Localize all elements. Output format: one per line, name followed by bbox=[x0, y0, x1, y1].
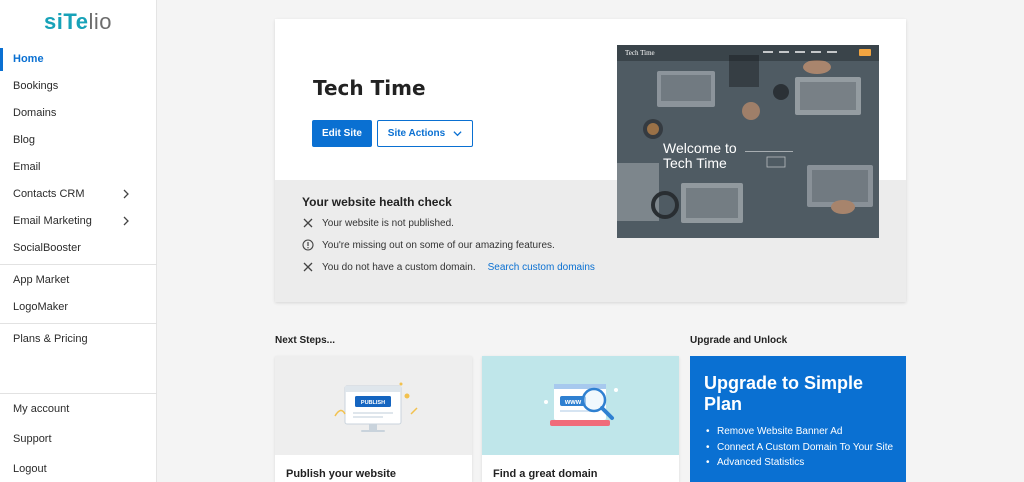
sidebar-item-label: Email Marketing bbox=[13, 215, 92, 227]
sidebar-item-logomaker[interactable]: LogoMaker bbox=[0, 294, 157, 321]
sidebar-item-email-marketing[interactable]: Email Marketing bbox=[0, 208, 157, 235]
find-domain-card[interactable]: www Find a great domain bbox=[482, 356, 679, 482]
health-item-text: You do not have a custom domain. bbox=[322, 261, 476, 273]
site-overview-card: Tech Time Edit Site Site Actions Your we… bbox=[275, 19, 906, 302]
sidebar-item-label: Contacts CRM bbox=[13, 188, 85, 200]
desk-photo-illustration bbox=[617, 45, 879, 238]
sidebar-nav: Home Bookings Domains Blog Email Contact… bbox=[0, 46, 157, 353]
preview-welcome-line2: Tech Time bbox=[663, 155, 727, 171]
sidebar-item-home[interactable]: Home bbox=[0, 46, 157, 73]
sitelio-logo[interactable]: siTe lio bbox=[0, 0, 156, 44]
website-preview-thumbnail[interactable]: Tech Time Welcome to Tech Time bbox=[617, 45, 879, 238]
health-item-text: Your website is not published. bbox=[322, 217, 454, 229]
health-item-missing-features: You're missing out on some of our amazin… bbox=[302, 239, 555, 251]
x-icon bbox=[303, 218, 313, 228]
site-actions-button[interactable]: Site Actions bbox=[377, 120, 473, 147]
health-item-text: You're missing out on some of our amazin… bbox=[322, 239, 555, 251]
sidebar-item-contacts-crm[interactable]: Contacts CRM bbox=[0, 181, 157, 208]
upgrade-feature-list: Remove Website Banner Ad Connect A Custo… bbox=[704, 424, 899, 471]
sidebar-bottom-nav: My account Support Logout bbox=[0, 393, 157, 482]
chevron-right-icon bbox=[123, 216, 129, 226]
x-icon bbox=[303, 262, 313, 272]
sidebar-item-blog[interactable]: Blog bbox=[0, 127, 157, 154]
search-custom-domains-link[interactable]: Search custom domains bbox=[488, 262, 595, 273]
domain-illustration: www bbox=[482, 356, 679, 455]
upgrade-feature: Remove Website Banner Ad bbox=[704, 424, 899, 440]
domain-search-icon: www bbox=[544, 384, 618, 426]
health-item-no-domain: You do not have a custom domain. Search … bbox=[302, 261, 595, 273]
sidebar-item-logout[interactable]: Logout bbox=[0, 454, 157, 482]
preview-cta-button bbox=[859, 49, 871, 56]
sidebar-item-support[interactable]: Support bbox=[0, 424, 157, 454]
publish-illustration: PUBLISH bbox=[275, 356, 472, 455]
step-card-title: Publish your website bbox=[286, 468, 397, 480]
domain-sign-label: www bbox=[564, 399, 582, 406]
sidebar-item-socialbooster[interactable]: SocialBooster bbox=[0, 235, 157, 262]
logo-part-2: lio bbox=[88, 9, 112, 34]
sidebar-item-app-market[interactable]: App Market bbox=[0, 267, 157, 294]
edit-site-button[interactable]: Edit Site bbox=[312, 120, 372, 147]
sidebar-item-domains[interactable]: Domains bbox=[0, 100, 157, 127]
alert-circle-icon bbox=[302, 239, 314, 251]
site-title: Tech Time bbox=[313, 76, 426, 100]
sidebar: siTe lio Home Bookings Domains Blog Email… bbox=[0, 0, 157, 482]
upgrade-feature: Connect A Custom Domain To Your Site bbox=[704, 440, 899, 456]
sidebar-item-bookings[interactable]: Bookings bbox=[0, 73, 157, 100]
sidebar-item-plans-pricing[interactable]: Plans & Pricing bbox=[0, 326, 157, 353]
preview-menu-links bbox=[763, 51, 843, 53]
sidebar-item-my-account[interactable]: My account bbox=[0, 394, 157, 424]
preview-brand: Tech Time bbox=[625, 49, 655, 57]
sidebar-divider bbox=[0, 323, 157, 324]
health-item-not-published: Your website is not published. bbox=[302, 217, 454, 229]
preview-welcome-line1: Welcome to bbox=[663, 140, 737, 156]
upgrade-plan-card[interactable]: Upgrade to Simple Plan Remove Website Ba… bbox=[690, 356, 906, 482]
health-check-title: Your website health check bbox=[302, 195, 452, 209]
publish-monitor-icon: PUBLISH bbox=[334, 382, 418, 432]
upgrade-heading: Upgrade and Unlock bbox=[690, 335, 788, 346]
next-steps-heading: Next Steps... bbox=[275, 335, 336, 346]
logo-part-1: siTe bbox=[44, 9, 89, 34]
chevron-down-icon bbox=[453, 131, 462, 137]
upgrade-feature: Advanced Statistics bbox=[704, 455, 899, 471]
site-actions-label: Site Actions bbox=[387, 128, 446, 139]
upgrade-title: Upgrade to Simple Plan bbox=[704, 373, 864, 414]
preview-welcome-text: Welcome to Tech Time bbox=[663, 141, 737, 171]
publish-website-card[interactable]: PUBLISH Publish your website bbox=[275, 356, 472, 482]
sidebar-item-email[interactable]: Email bbox=[0, 154, 157, 181]
chevron-right-icon bbox=[123, 189, 129, 199]
publish-sign-label: PUBLISH bbox=[361, 400, 385, 406]
preview-navbar: Tech Time bbox=[617, 45, 879, 61]
sidebar-divider bbox=[0, 264, 157, 265]
step-card-title: Find a great domain bbox=[493, 468, 598, 480]
